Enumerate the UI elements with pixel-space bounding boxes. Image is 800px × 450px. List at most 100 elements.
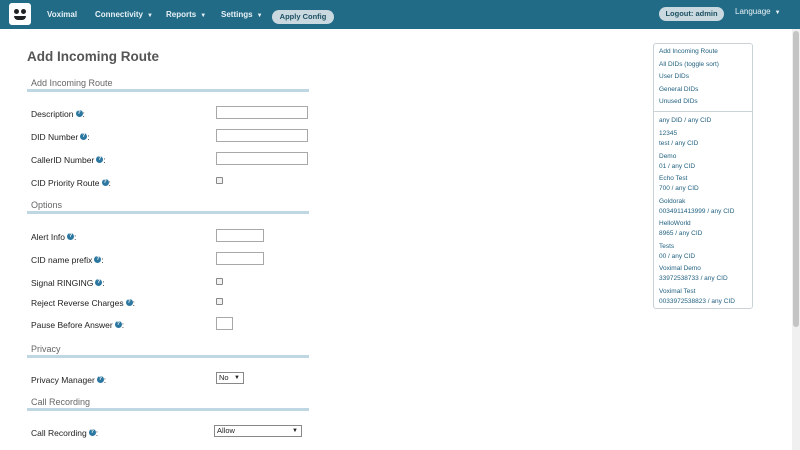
route-item-name[interactable]: Echo Test xyxy=(659,175,687,182)
logo-eye-right xyxy=(21,9,26,14)
nav-settings-label: Settings xyxy=(221,10,253,19)
route-item-name[interactable]: Demo xyxy=(659,153,676,160)
section-header-privacy: Privacy xyxy=(27,344,309,358)
label-colon: : xyxy=(102,278,105,288)
sidebar-link-user-dids[interactable]: User DIDs xyxy=(659,73,689,80)
signal-ringing-checkbox[interactable] xyxy=(216,278,223,285)
privacy-manager-select[interactable]: No ▼ xyxy=(216,372,244,384)
help-icon[interactable]: ? xyxy=(114,321,122,328)
chevron-down-icon: ▼ xyxy=(774,10,781,16)
route-item[interactable]: 0033972538823 / any CID xyxy=(659,298,735,305)
nav-reports-menu[interactable]: Reports ▼ xyxy=(166,0,206,29)
chevron-down-icon: ▼ xyxy=(234,375,240,381)
help-icon[interactable]: ? xyxy=(75,110,83,117)
route-item-name[interactable]: Goldorak xyxy=(659,198,685,205)
callerid-number-label: CallerID Number?: xyxy=(31,155,106,165)
label-colon: : xyxy=(103,375,107,385)
page-title: Add Incoming Route xyxy=(27,49,159,64)
did-sidebar-panel: Add Incoming Route All DIDs (toggle sort… xyxy=(653,43,753,309)
label-colon: : xyxy=(121,320,125,330)
privacy-manager-label: Privacy Manager?: xyxy=(31,375,106,385)
cid-priority-route-label-text: CID Priority Route xyxy=(31,178,100,188)
label-colon: : xyxy=(95,428,99,438)
chevron-down-icon: ▼ xyxy=(200,13,207,19)
top-navbar: Voximal Connectivity ▼ Reports ▼ Settings ▼… xyxy=(0,0,800,29)
nav-language-menu[interactable]: Language ▼ xyxy=(735,0,781,26)
help-icon[interactable]: ? xyxy=(67,233,75,240)
sidebar-link-add-incoming-route[interactable]: Add Incoming Route xyxy=(659,48,718,55)
label-colon: : xyxy=(74,232,77,242)
label-colon: : xyxy=(82,109,85,119)
reject-reverse-charges-label: Reject Reverse Charges?: xyxy=(31,298,135,308)
section-header-options: Options xyxy=(27,200,309,214)
chevron-down-icon: ▼ xyxy=(256,13,263,19)
route-item[interactable]: 8965 / any CID xyxy=(659,230,702,237)
help-icon[interactable]: ? xyxy=(88,429,96,436)
signal-ringing-label: Signal RINGING?: xyxy=(31,278,105,288)
pause-before-answer-label-text: Pause Before Answer xyxy=(31,320,113,330)
nav-settings-menu[interactable]: Settings ▼ xyxy=(221,0,263,29)
privacy-manager-label-text: Privacy Manager xyxy=(31,375,95,385)
nav-brand-link[interactable]: Voximal xyxy=(47,0,77,29)
section-header-add-route: Add Incoming Route xyxy=(27,78,309,92)
route-item-name[interactable]: Voximal Demo xyxy=(659,265,701,272)
label-colon: : xyxy=(108,178,111,188)
cid-name-prefix-label-text: CID name prefix xyxy=(31,255,93,265)
did-number-label: DID Number?: xyxy=(31,132,90,142)
call-recording-label: Call Recording?: xyxy=(31,428,98,438)
route-item-name[interactable]: Voximal Test xyxy=(659,288,695,295)
description-input[interactable] xyxy=(216,106,308,119)
nav-reports-label: Reports xyxy=(166,10,197,19)
alert-info-label: Alert Info?: xyxy=(31,232,76,242)
reject-reverse-charges-label-text: Reject Reverse Charges xyxy=(31,298,124,308)
help-icon[interactable]: ? xyxy=(96,376,104,383)
apply-config-button[interactable]: Apply Config xyxy=(272,10,334,24)
label-colon: : xyxy=(87,132,90,142)
nav-language-label: Language xyxy=(735,7,771,16)
route-item[interactable]: any DID / any CID xyxy=(659,117,711,124)
help-icon[interactable]: ? xyxy=(125,299,133,306)
label-colon: : xyxy=(132,298,135,308)
nav-connectivity-menu[interactable]: Connectivity ▼ xyxy=(95,0,153,29)
help-icon[interactable]: ? xyxy=(101,179,109,186)
did-number-input[interactable] xyxy=(216,129,308,142)
route-item-name[interactable]: 12345 xyxy=(659,130,677,137)
route-item[interactable]: 01 / any CID xyxy=(659,163,695,170)
route-item[interactable]: 00 / any CID xyxy=(659,253,695,260)
cid-name-prefix-label: CID name prefix?: xyxy=(31,255,104,265)
route-item-name[interactable]: Tests xyxy=(659,243,674,250)
call-recording-label-text: Call Recording xyxy=(31,428,87,438)
scrollbar-thumb[interactable] xyxy=(793,31,799,327)
chevron-down-icon: ▼ xyxy=(147,13,153,19)
sidebar-divider xyxy=(654,111,752,112)
sidebar-link-all-dids[interactable]: All DIDs (toggle sort) xyxy=(659,61,719,68)
sidebar-link-unused-dids[interactable]: Unused DIDs xyxy=(659,98,698,105)
logo-eye-left xyxy=(14,9,19,14)
pause-before-answer-label: Pause Before Answer?: xyxy=(31,320,124,330)
logout-button[interactable]: Logout: admin xyxy=(659,7,724,21)
label-colon: : xyxy=(103,155,106,165)
privacy-manager-value: No xyxy=(219,373,229,382)
label-colon: : xyxy=(101,255,104,265)
alert-info-input[interactable] xyxy=(216,229,264,242)
voximal-logo-icon[interactable] xyxy=(9,3,31,25)
logo-mouth xyxy=(14,16,26,20)
call-recording-select[interactable]: Allow ▼ xyxy=(214,425,302,437)
route-item[interactable]: test / any CID xyxy=(659,140,698,147)
cid-priority-route-checkbox[interactable] xyxy=(216,177,223,184)
route-item[interactable]: 0034911413999 / any CID xyxy=(659,208,734,215)
callerid-number-label-text: CallerID Number xyxy=(31,155,95,165)
signal-ringing-label-text: Signal RINGING xyxy=(31,278,94,288)
reject-reverse-charges-checkbox[interactable] xyxy=(216,298,223,305)
pause-before-answer-input[interactable] xyxy=(216,317,233,330)
route-item[interactable]: 700 / any CID xyxy=(659,185,699,192)
nav-brand-label: Voximal xyxy=(47,10,78,19)
cid-name-prefix-input[interactable] xyxy=(216,252,264,265)
callerid-number-input[interactable] xyxy=(216,152,308,165)
route-item[interactable]: 33972538733 / any CID xyxy=(659,275,728,282)
sidebar-link-general-dids[interactable]: General DIDs xyxy=(659,86,698,93)
section-header-call-recording: Call Recording xyxy=(27,397,309,411)
cid-priority-route-label: CID Priority Route?: xyxy=(31,178,111,188)
page-scrollbar[interactable] xyxy=(792,29,800,450)
route-item-name[interactable]: HelloWorld xyxy=(659,220,691,227)
